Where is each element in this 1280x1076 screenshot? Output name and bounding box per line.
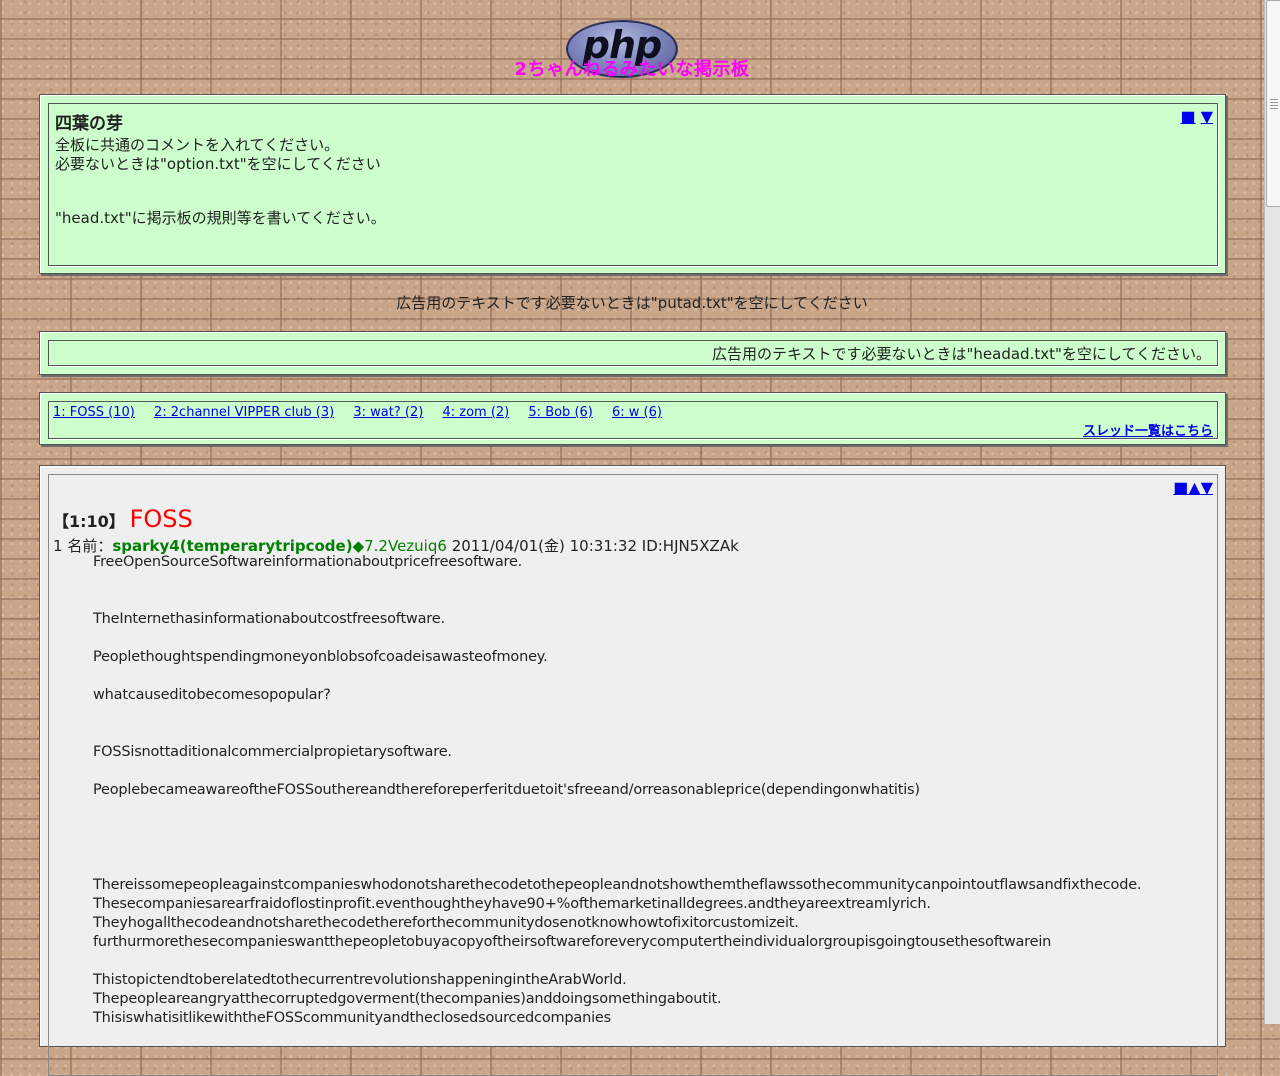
- thread-link-item: 4: zom (2): [442, 405, 509, 420]
- thread-number: 【1:10】: [53, 512, 125, 531]
- jump-menu-link[interactable]: ■: [1180, 107, 1195, 126]
- board-header-inner: 四葉の芽 全板に共通のコメントを入れてください。 必要ないときは"option.…: [48, 103, 1218, 266]
- post-body-line: Thistopictendtoberelatedtothecurrentrevo…: [93, 972, 627, 988]
- page: php 2ちゃんねるみたいな掲示板 四葉の芽 全板に共通のコメントを入れてくださ…: [0, 0, 1264, 1076]
- jump-menu-link[interactable]: ■: [1173, 478, 1188, 497]
- thread-link-item: 1: FOSS (10): [53, 405, 135, 420]
- thread-link-item: 5: Bob (6): [528, 405, 592, 420]
- putad-text: 広告用のテキストです必要ないときは"putad.txt"を空にしてください: [396, 294, 868, 312]
- all-threads-container: スレッド一覧はこちら: [1083, 420, 1213, 439]
- post-number: 1: [53, 537, 63, 555]
- headad-panel: 広告用のテキストです必要ないときは"headad.txt"を空にしてください。: [39, 331, 1226, 375]
- post-body-line: Thesecompaniesarearfraidoflostinprofit.e…: [93, 896, 931, 912]
- jump-down-link[interactable]: ▼: [1201, 478, 1213, 497]
- post-body-line: [93, 762, 1141, 781]
- thread-link-2[interactable]: 2: 2channel VIPPER club (3): [154, 405, 334, 420]
- scrollbar-thumb[interactable]: [1266, 0, 1280, 207]
- jump-down-link[interactable]: ▼: [1201, 107, 1213, 126]
- board-header-panel: 四葉の芽 全板に共通のコメントを入れてください。 必要ないときは"option.…: [39, 94, 1226, 274]
- thread-link-1[interactable]: 1: FOSS (10): [53, 405, 135, 420]
- thread-list-inner: 1: FOSS (10) 2: 2channel VIPPER club (3)…: [48, 401, 1218, 439]
- post-body-line: [93, 819, 1141, 838]
- post-body-line: [93, 667, 1141, 686]
- thread-link-4[interactable]: 4: zom (2): [442, 405, 509, 420]
- header-nav: ■ ▼: [1180, 107, 1213, 126]
- thread-header: 【1:10】 FOSS: [53, 505, 193, 533]
- board-name: 四葉の芽: [55, 114, 123, 134]
- post-body-line: Theyhogallthecodeandnotsharethecodethere…: [93, 915, 799, 931]
- rules-line: "head.txt"に掲示板の規則等を書いてください。: [55, 209, 386, 227]
- thread-link-5[interactable]: 5: Bob (6): [528, 405, 592, 420]
- post-body-line: ThisiswhatisitlikewiththeFOSScommunityan…: [93, 1010, 612, 1026]
- thread-link-6[interactable]: 6: w (6): [612, 405, 662, 420]
- vertical-scrollbar[interactable]: [1264, 0, 1280, 1024]
- thread-link-item: 3: wat? (2): [353, 405, 423, 420]
- headad-text: 広告用のテキストです必要ないときは"headad.txt"を空にしてください。: [711, 345, 1211, 363]
- thread-link-item: 6: w (6): [612, 405, 662, 420]
- thread-inner: ■▲▼ 【1:10】 FOSS 1 名前：sparky4(temperarytr…: [48, 474, 1218, 1076]
- all-threads-link[interactable]: スレッド一覧はこちら: [1083, 424, 1213, 439]
- post-body-line: [93, 857, 1141, 876]
- thread-link-item: 2: 2channel VIPPER club (3): [154, 405, 334, 420]
- post-body-line: [93, 952, 1141, 971]
- thread-links: 1: FOSS (10) 2: 2channel VIPPER club (3)…: [53, 405, 677, 420]
- post-body-line: FOSSisnottaditionalcommercialpropietarys…: [93, 744, 452, 760]
- post-body-line: whatcauseditobecomesopopular?: [93, 687, 331, 703]
- common-comment-line-1: 全板に共通のコメントを入れてください。: [55, 136, 340, 154]
- post-body: FreeOpenSourceSoftwareinformationaboutpr…: [93, 553, 1142, 1028]
- common-comment-line-2: 必要ないときは"option.txt"を空にしてください: [55, 155, 381, 173]
- post-body-line: [93, 629, 1141, 648]
- thread-link-3[interactable]: 3: wat? (2): [353, 405, 423, 420]
- board-title: 2ちゃんねるみたいな掲示板: [514, 59, 750, 80]
- jump-up-link[interactable]: ▲: [1188, 478, 1200, 497]
- post-body-line: PeoplebecameawareoftheFOSSouthereandther…: [93, 782, 920, 798]
- post-body-line: Thereissomepeopleagainstcompanieswhodono…: [93, 877, 1142, 893]
- post-body-line: [93, 724, 1141, 743]
- post-body-line: [93, 705, 1141, 724]
- post-body-line: [93, 838, 1141, 857]
- thread-title: FOSS: [129, 505, 193, 533]
- post-body-line: TheInternethasinformationaboutcostfreeso…: [93, 611, 445, 627]
- post-body-line: Thepeopleareangryatthecorruptedgoverment…: [93, 991, 722, 1007]
- post-body-line: FreeOpenSourceSoftwareinformationaboutpr…: [93, 554, 523, 570]
- post-body-line: furthurmorethesecompanieswantthepeopleto…: [93, 934, 1052, 950]
- post-body-line: [93, 591, 1141, 610]
- post-body-line: [93, 800, 1141, 819]
- thread-nav: ■▲▼: [1173, 478, 1213, 497]
- post-body-line: [93, 572, 1141, 591]
- thread-panel: ■▲▼ 【1:10】 FOSS 1 名前：sparky4(temperarytr…: [39, 465, 1226, 1076]
- headad-inner: 広告用のテキストです必要ないときは"headad.txt"を空にしてください。: [48, 340, 1218, 366]
- thread-list-panel: 1: FOSS (10) 2: 2channel VIPPER club (3)…: [39, 392, 1226, 445]
- post-body-line: Peoplethoughtspendingmoneyonblobsofcoade…: [93, 649, 548, 665]
- scrollbar-grip-icon: [1270, 99, 1278, 109]
